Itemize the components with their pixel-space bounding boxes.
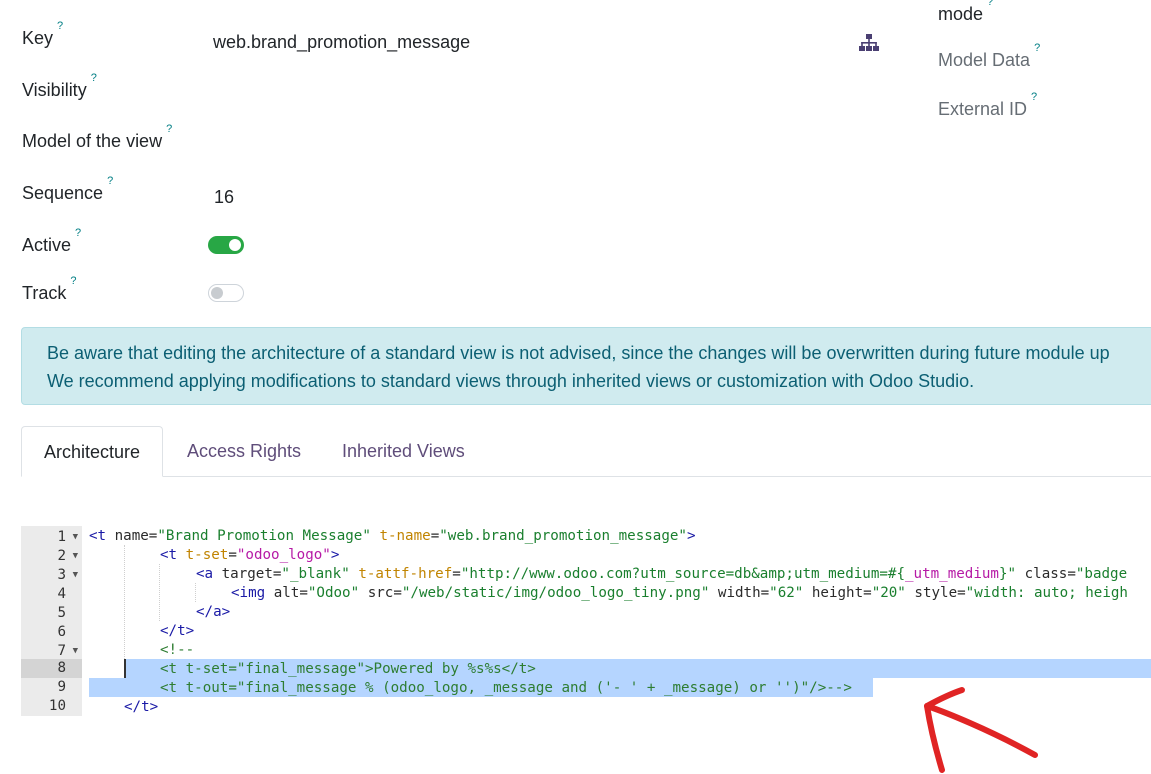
line-number: 3 ▼ xyxy=(57,566,78,585)
code-line-10: </t> xyxy=(124,699,159,715)
line-number: 4 xyxy=(57,586,66,602)
line-number: 5 xyxy=(57,605,66,621)
line-number: 2 ▼ xyxy=(57,547,78,566)
line-number: 1 ▼ xyxy=(57,528,78,547)
line-number-current: 8 xyxy=(21,659,82,678)
line-number: 10 xyxy=(48,698,66,714)
line-gutter: 1 ▼ 2 ▼ 3 ▼ 4 5 6 7 ▼ 8 9 10 xyxy=(21,526,82,716)
code-line-4: <img alt="Odoo" src="/web/static/img/odo… xyxy=(231,585,1128,601)
code-line-9: <t t-out="final_message % (odoo_logo, _m… xyxy=(160,680,852,696)
text-cursor xyxy=(124,659,126,678)
indent-guide xyxy=(195,583,196,602)
code-line-6: </t> xyxy=(160,623,195,639)
code-line-2: <t t-set="odoo_logo"> xyxy=(160,547,340,563)
code-line-7: <!-- xyxy=(160,642,195,658)
line-number: 9 xyxy=(57,679,66,695)
code-line-5: </a> xyxy=(196,604,231,620)
indent-guide xyxy=(124,545,125,659)
fold-arrow-icon[interactable]: ▼ xyxy=(73,547,78,566)
code-line-1: <t name="Brand Promotion Message" t-name… xyxy=(89,528,696,544)
code-editor[interactable]: 1 ▼ 2 ▼ 3 ▼ 4 5 6 7 ▼ 8 9 10 <t name="Brand … xyxy=(0,0,1151,774)
fold-arrow-icon[interactable]: ▼ xyxy=(73,566,78,585)
annotation-arrow-icon xyxy=(924,687,1038,773)
fold-arrow-icon[interactable]: ▼ xyxy=(73,528,78,547)
line-number: 6 xyxy=(57,624,66,640)
code-line-8: <t t-set="final_message">Powered by %s%s… xyxy=(160,661,536,677)
indent-guide xyxy=(159,564,160,621)
code-line-3: <a target="_blank" t-attf-href="http://w… xyxy=(196,566,1128,582)
